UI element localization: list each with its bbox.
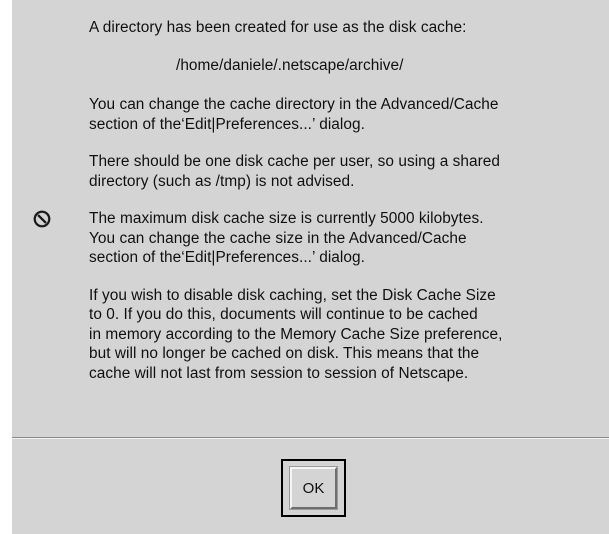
message-paragraph-created: A directory has been created for use as …	[89, 19, 467, 36]
message-paragraph-disable-caching: If you wish to disable disk caching, set…	[89, 286, 503, 382]
no-entry-icon	[33, 210, 51, 228]
message-text: A directory has been created for use as …	[89, 18, 609, 401]
button-area: OK	[12, 439, 609, 534]
message-paragraph-max-size: The maximum disk cache size is currently…	[89, 210, 484, 266]
message-area: A directory has been created for use as …	[12, 0, 609, 437]
ok-button[interactable]: OK	[289, 466, 338, 510]
cache-directory-path: /home/daniele/.netscape/archive/	[176, 56, 404, 74]
message-paragraph-one-per-user: There should be one disk cache per user,…	[89, 153, 501, 190]
default-button-ring: OK	[281, 459, 346, 517]
disk-cache-dialog: A directory has been created for use as …	[12, 0, 609, 534]
message-paragraph-change-directory: You can change the cache directory in th…	[89, 96, 499, 133]
